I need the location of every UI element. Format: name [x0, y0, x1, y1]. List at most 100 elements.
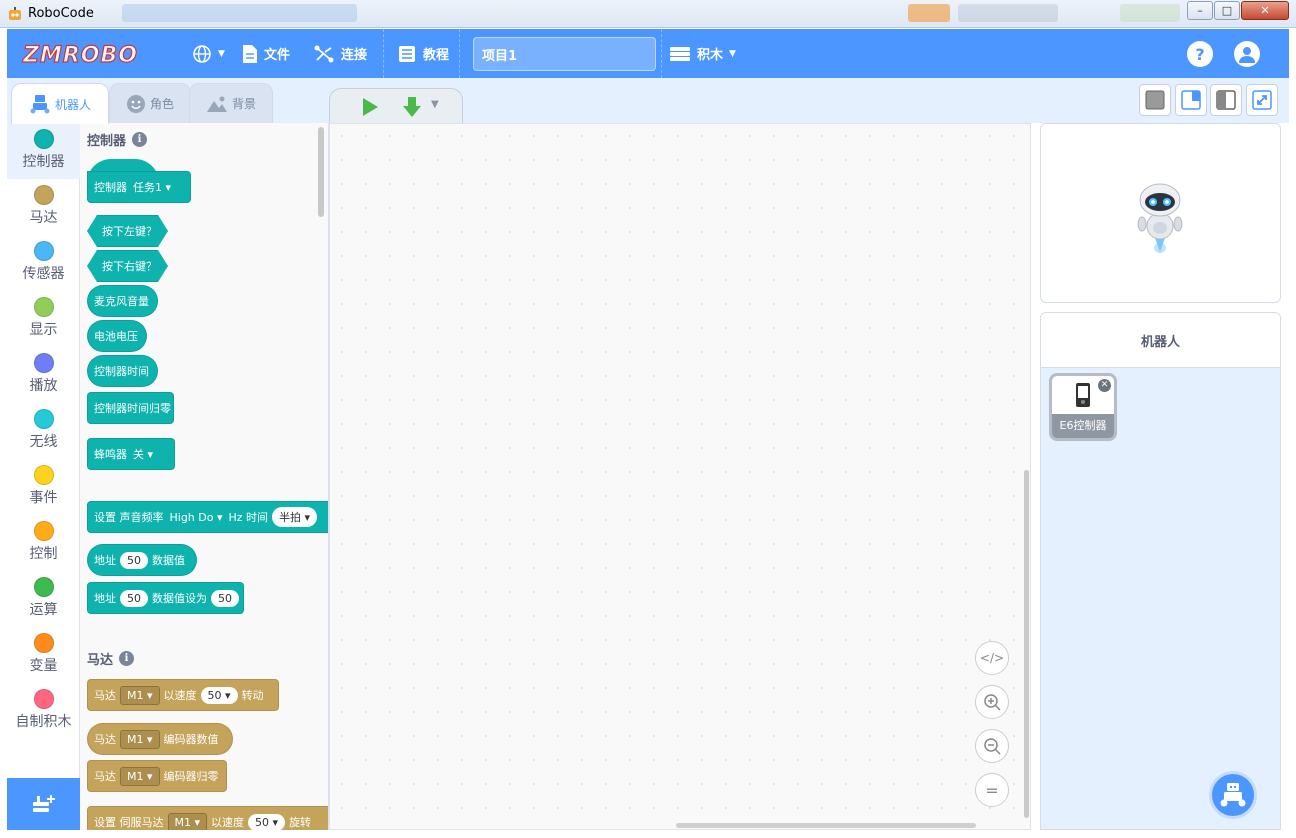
category-label: 控制器: [22, 154, 65, 170]
category-motor[interactable]: 马达: [7, 179, 80, 235]
block-servo[interactable]: 设置 伺服马达 M1 ▾ 以速度 50 ▾ 旋转: [87, 806, 328, 830]
block-controller-task[interactable]: 控制器 任务1 ▾: [87, 171, 191, 203]
file-menu[interactable]: 文件: [242, 29, 290, 78]
zoom-out-button[interactable]: [975, 729, 1009, 763]
project-name-input[interactable]: [473, 37, 656, 71]
language-menu[interactable]: ▼: [192, 29, 225, 78]
block-motor-speed[interactable]: 马达 M1 ▾ 以速度 50 ▾ 转动: [87, 679, 279, 711]
block-buzzer[interactable]: 蜂鸣器 关 ▾: [87, 438, 175, 470]
category-sensor[interactable]: 传感器: [7, 235, 80, 291]
device-card-e6[interactable]: E6控制器 ✕: [1049, 373, 1117, 441]
block-address-value[interactable]: 地址 50 数据值: [87, 544, 197, 576]
block-right-key[interactable]: 按下右键？: [87, 250, 168, 282]
category-variables[interactable]: 变量: [7, 627, 80, 683]
minimize-button[interactable]: –: [1187, 1, 1213, 20]
account-button[interactable]: [1234, 41, 1260, 67]
block-text: 设置 伺服马达: [94, 816, 164, 829]
category-display[interactable]: 显示: [7, 291, 80, 347]
block-number-input[interactable]: 50: [120, 551, 148, 569]
block-motor-encoder[interactable]: 马达 M1 ▾ 编码器数值: [87, 723, 233, 755]
block-left-key[interactable]: 按下左键？: [87, 215, 168, 247]
category-controller[interactable]: 控制器: [7, 123, 80, 179]
app-icon: [9, 7, 21, 20]
remove-device-icon[interactable]: ✕: [1098, 379, 1111, 392]
block-address-set[interactable]: 地址 50 数据值设为 50: [87, 582, 244, 614]
category-events[interactable]: 事件: [7, 459, 80, 515]
chevron-down-icon[interactable]: ▼: [431, 99, 439, 110]
block-dropdown[interactable]: 关 ▾: [133, 446, 153, 462]
connect-menu[interactable]: 连接: [313, 29, 367, 78]
view-layout-right-button[interactable]: [1175, 84, 1207, 116]
tab-robot[interactable]: 机器人: [11, 83, 109, 124]
blocks-mode-menu[interactable]: 积木 ▼: [669, 29, 736, 78]
maximize-button[interactable]: □: [1214, 1, 1240, 20]
block-text: 蜂鸣器: [94, 448, 127, 461]
category-my-blocks[interactable]: 自制积木: [7, 683, 80, 739]
category-label: 变量: [29, 658, 58, 674]
tab-backdrop[interactable]: 背景: [189, 83, 273, 123]
reset-zoom-button[interactable]: =: [975, 773, 1009, 807]
block-dropdown[interactable]: M1 ▾: [167, 812, 208, 830]
block-controller-time[interactable]: 控制器时间: [87, 355, 158, 387]
equals-icon: =: [985, 780, 999, 800]
category-dot: [33, 185, 54, 205]
close-button[interactable]: ✕: [1241, 1, 1289, 20]
view-layout-left-button[interactable]: [1210, 84, 1242, 116]
block-battery-voltage[interactable]: 电池电压: [87, 320, 147, 352]
workspace-vertical-scrollbar[interactable]: [1024, 470, 1029, 818]
category-label: 运算: [29, 602, 58, 618]
code-workspace[interactable]: </> =: [329, 123, 1031, 830]
block-text: 马达: [94, 770, 116, 783]
add-robot-button[interactable]: [1209, 771, 1257, 819]
fullscreen-button[interactable]: [1246, 84, 1278, 116]
block-number-input[interactable]: 50: [211, 589, 239, 607]
block-dropdown[interactable]: M1 ▾: [120, 766, 160, 786]
block-dropdown[interactable]: 50 ▾: [248, 813, 286, 830]
block-set-tone[interactable]: 设置 声音频率 High Do ▾ Hz 时间 半拍 ▾: [87, 501, 328, 533]
play-icon[interactable]: [360, 97, 380, 117]
block-mic-volume[interactable]: 麦克风音量: [87, 285, 158, 317]
category-label: 传感器: [22, 266, 65, 282]
block-dropdown-value: 任务1: [133, 181, 162, 194]
palette-section-motor: 马达 i: [87, 649, 135, 668]
block-text: 数据值设为: [152, 592, 207, 605]
block-dropdown[interactable]: M1 ▾: [120, 729, 160, 749]
tab-sprite[interactable]: 角色: [109, 83, 191, 123]
block-dropdown[interactable]: M1 ▾: [120, 685, 160, 705]
chevron-down-icon: ▼: [218, 48, 225, 59]
tutorial-menu[interactable]: 教程: [397, 29, 449, 78]
user-icon: [1239, 47, 1255, 63]
block-number-input[interactable]: 50: [120, 589, 148, 607]
block-dropdown[interactable]: 50 ▾: [200, 686, 238, 704]
category-play[interactable]: 播放: [7, 347, 80, 403]
block-motor-encoder-reset[interactable]: 马达 M1 ▾ 编码器归零: [87, 760, 227, 792]
info-icon[interactable]: i: [119, 651, 135, 666]
connect-icon: [314, 45, 334, 62]
category-operators[interactable]: 运算: [7, 571, 80, 627]
stage-preview[interactable]: [1040, 123, 1281, 303]
block-dropdown[interactable]: 半拍 ▾: [272, 507, 318, 527]
block-text: 电池电压: [94, 330, 138, 343]
category-wireless[interactable]: 无线: [7, 403, 80, 459]
category-control[interactable]: 控制: [7, 515, 80, 571]
workspace-horizontal-scrollbar[interactable]: [676, 823, 976, 828]
view-small-stage-button[interactable]: [1139, 84, 1171, 116]
info-icon[interactable]: i: [132, 132, 148, 147]
blurred-region: [908, 4, 950, 22]
block-dropdown[interactable]: High Do ▾: [170, 511, 223, 524]
palette-scrollbar[interactable]: [318, 127, 324, 217]
help-button[interactable]: ?: [1187, 41, 1213, 67]
block-text: 数据值: [152, 554, 185, 567]
zoom-in-button[interactable]: [975, 685, 1009, 719]
block-dropdown-value: 半拍: [279, 511, 302, 524]
add-extension-button[interactable]: [7, 778, 80, 830]
download-icon[interactable]: [401, 96, 423, 118]
block-dropdown[interactable]: 任务1 ▾: [133, 179, 171, 195]
block-reset-time[interactable]: 控制器时间归零: [87, 392, 174, 424]
layout-right-icon: [1181, 90, 1201, 110]
category-label: 事件: [29, 490, 58, 506]
show-code-button[interactable]: </>: [975, 641, 1009, 675]
run-toolbar: ▼: [329, 88, 463, 123]
tab-robot-label: 机器人: [54, 97, 91, 112]
robot-icon: [30, 95, 50, 114]
